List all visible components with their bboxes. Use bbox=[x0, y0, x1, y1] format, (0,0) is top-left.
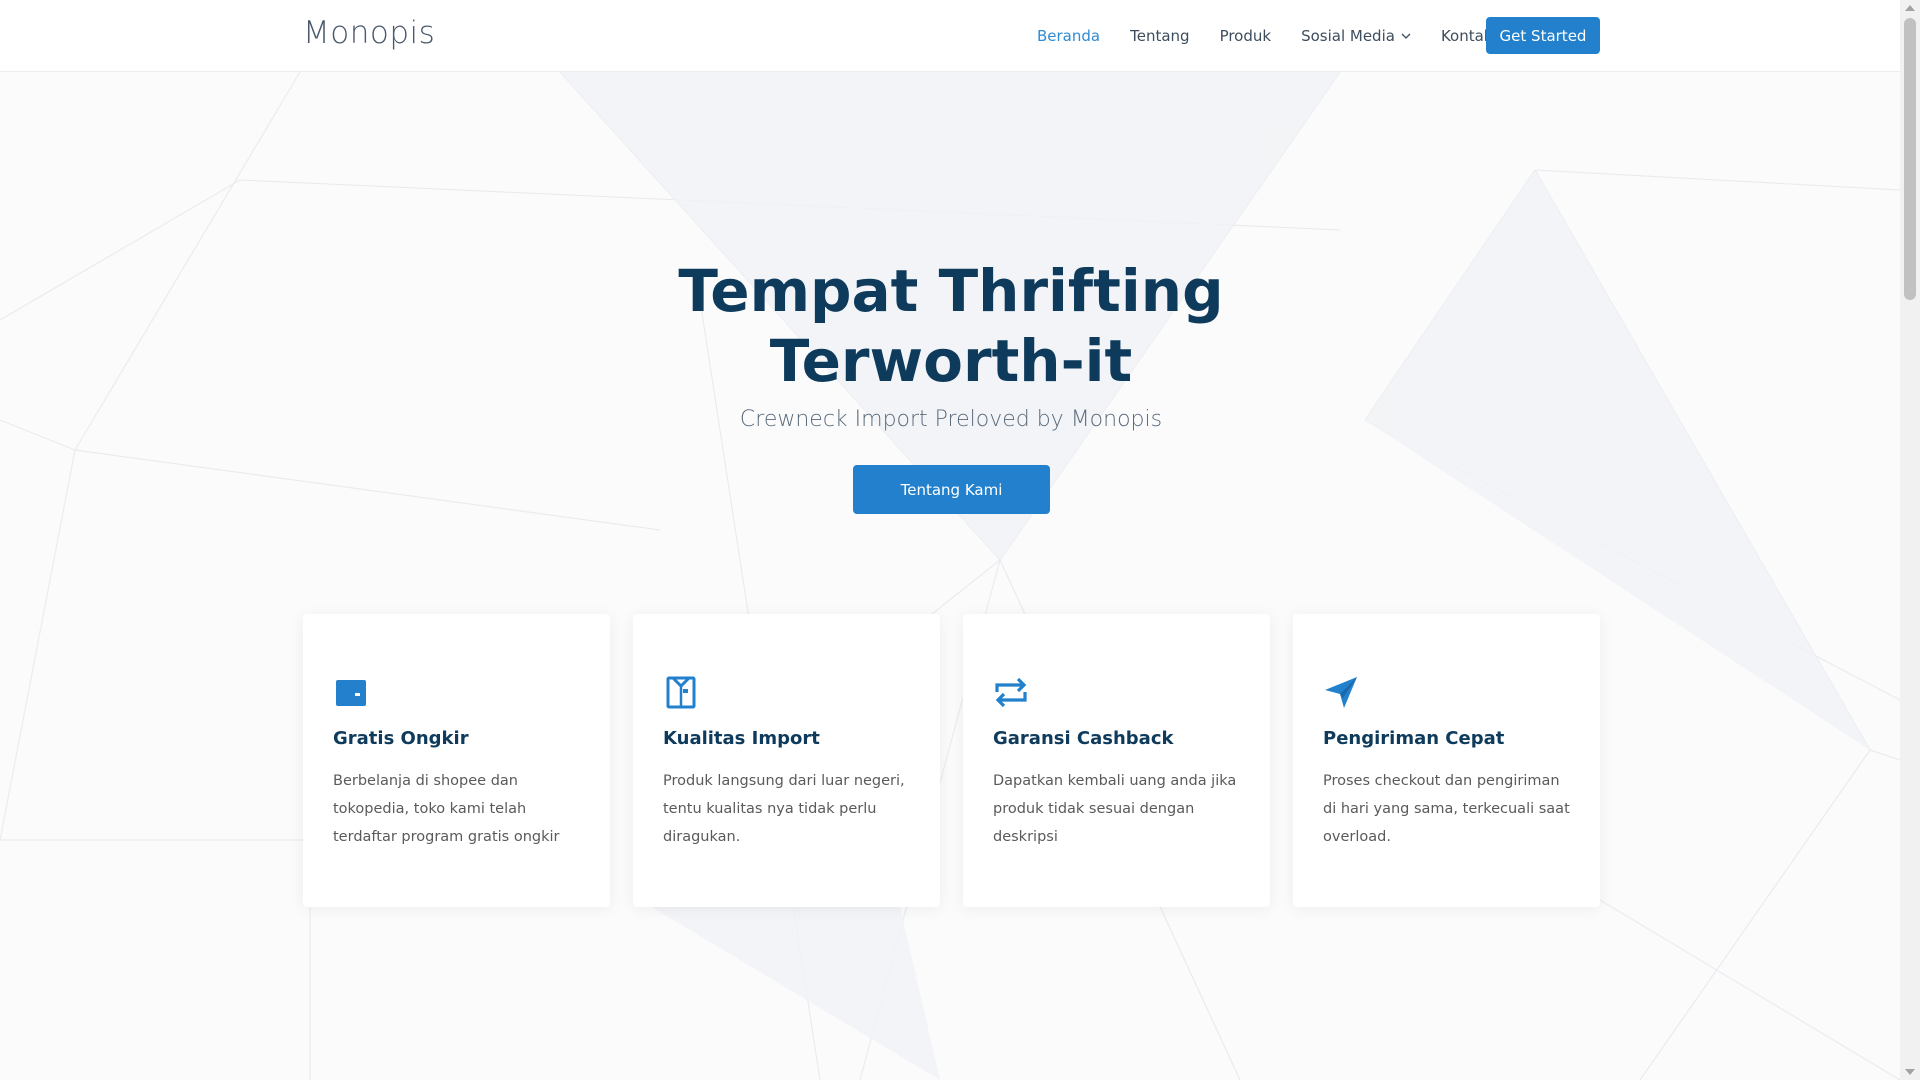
site-header: Monopis Beranda Tentang Produk Sosial Me… bbox=[0, 0, 1900, 72]
main-nav: Beranda Tentang Produk Sosial Media Kont… bbox=[1037, 0, 1523, 72]
nav-item-sosial-media[interactable]: Sosial Media bbox=[1301, 27, 1411, 45]
nav-item-tentang[interactable]: Tentang bbox=[1130, 27, 1189, 45]
feature-text: Berbelanja di shopee dan tokopedia, toko… bbox=[333, 773, 560, 845]
scroll-up-arrow-icon[interactable] bbox=[1905, 5, 1915, 11]
tentang-kami-button[interactable]: Tentang Kami bbox=[853, 465, 1050, 514]
hero-title: Tempat Thrifting Terworth-it bbox=[678, 257, 1224, 395]
features-section: Gratis Ongkir Berbelanja di shopee dan t… bbox=[303, 614, 1600, 907]
feature-text: Produk langsung dari luar negeri, tentu … bbox=[663, 773, 905, 845]
feature-title: Kualitas Import bbox=[663, 728, 820, 749]
repeat-icon bbox=[995, 677, 1027, 708]
nav-item-sosial-media-label: Sosial Media bbox=[1301, 27, 1395, 45]
nav-item-beranda[interactable]: Beranda bbox=[1037, 27, 1100, 45]
feature-card-kualitas-import: Kualitas Import Produk langsung dari lua… bbox=[633, 614, 940, 907]
scroll-thumb[interactable] bbox=[1904, 18, 1916, 300]
feature-title: Garansi Cashback bbox=[993, 728, 1174, 749]
get-started-button[interactable]: Get Started bbox=[1486, 17, 1600, 54]
feature-text: Dapatkan kembali uang anda jika produk t… bbox=[993, 773, 1237, 845]
chevron-down-icon bbox=[1401, 33, 1411, 39]
scroll-down-arrow-icon[interactable] bbox=[1905, 1069, 1915, 1075]
background-pattern bbox=[0, 71, 1900, 1080]
feature-card-garansi-cashback: Garansi Cashback Dapatkan kembali uang a… bbox=[963, 614, 1270, 907]
send-icon bbox=[1325, 677, 1357, 708]
wallet-icon bbox=[336, 680, 366, 706]
feature-title: Gratis Ongkir bbox=[333, 728, 469, 749]
hero-subtitle: Crewneck Import Preloved by Monopis bbox=[739, 407, 1163, 432]
feature-title: Pengiriman Cepat bbox=[1323, 728, 1505, 749]
feature-text: Proses checkout dan pengiriman di hari y… bbox=[1323, 773, 1570, 845]
nav-item-kontak[interactable]: Kontak bbox=[1441, 27, 1493, 45]
shirt-icon bbox=[666, 676, 696, 709]
feature-card-gratis-ongkir: Gratis Ongkir Berbelanja di shopee dan t… bbox=[303, 614, 610, 907]
nav-item-produk[interactable]: Produk bbox=[1220, 27, 1272, 45]
feature-card-pengiriman-cepat: Pengiriman Cepat Proses checkout dan pen… bbox=[1293, 614, 1600, 907]
site-logo[interactable]: Monopis bbox=[303, 15, 435, 51]
page-scrollbar[interactable] bbox=[1900, 0, 1920, 1080]
